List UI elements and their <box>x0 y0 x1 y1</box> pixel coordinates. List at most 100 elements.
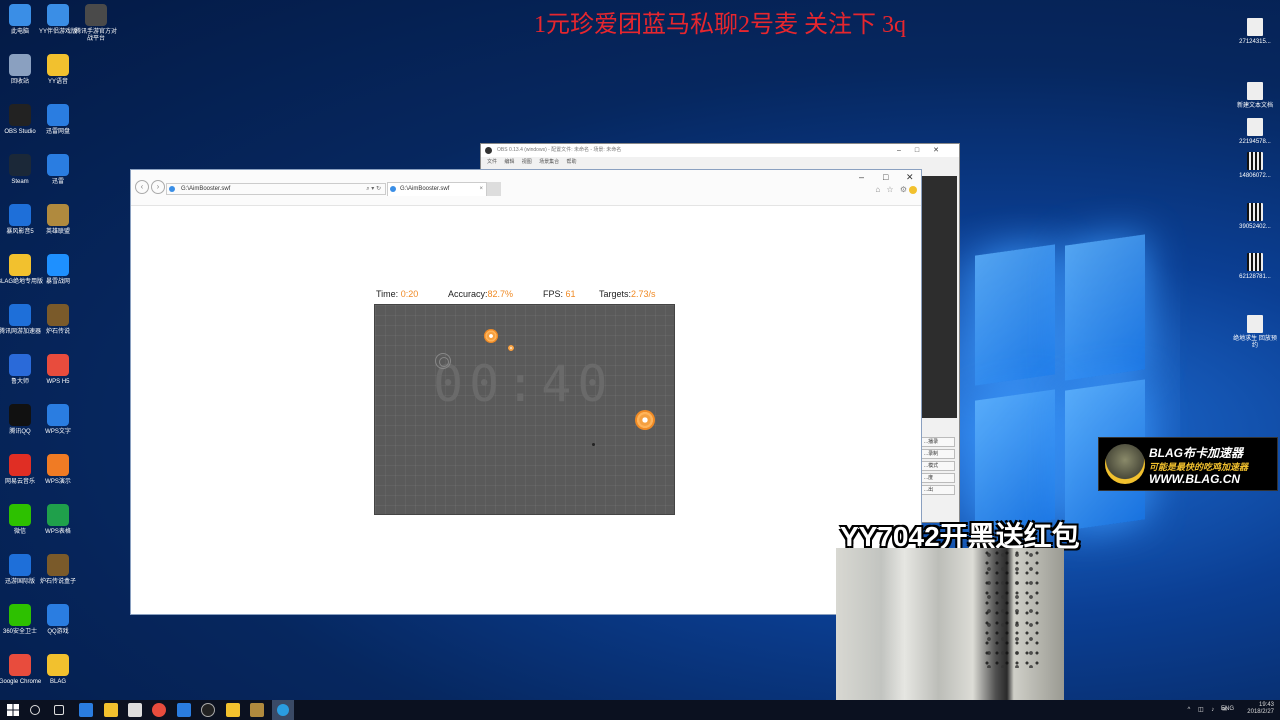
edge-icon[interactable] <box>79 703 93 717</box>
home-star-gear-icons[interactable]: ⌂ ☆ ⚙ <box>875 185 909 194</box>
computer-icon <box>9 4 31 26</box>
desktop-icon[interactable]: BLAG <box>35 654 81 686</box>
xunlei-pan-icon <box>47 104 69 126</box>
close-button[interactable]: ✕ <box>906 172 914 183</box>
browser-window[interactable]: ‹ › G:\AimBooster.swf ⌕ ▾ ↻ G:\AimBooste… <box>130 169 922 615</box>
browser-toolbar: ‹ › G:\AimBooster.swf ⌕ ▾ ↻ G:\AimBooste… <box>131 170 921 206</box>
webcam-feed <box>836 548 1064 720</box>
qq-icon <box>9 404 31 426</box>
text-file-icon <box>1247 82 1263 100</box>
desktop-file-label: 62128781... <box>1239 274 1271 280</box>
forward-button[interactable]: › <box>151 180 165 194</box>
desktop-file-icon[interactable]: 27124315... <box>1232 18 1278 46</box>
blag-app-icon <box>47 654 69 676</box>
blag-url: WWW.BLAG.CN <box>1149 472 1241 486</box>
accuracy-label: Accuracy: <box>448 289 488 299</box>
blag-icon <box>9 254 31 276</box>
time-label: Time: <box>376 289 399 299</box>
address-bar[interactable]: G:\AimBooster.swf ⌕ ▾ ↻ <box>166 183 386 195</box>
desktop-file-icon[interactable]: 绝地求生 回放预约 <box>1232 315 1278 350</box>
tab-aimbooster[interactable]: G:\AimBooster.swf × <box>387 182 487 196</box>
language-indicator[interactable]: ENG <box>1221 706 1234 712</box>
desktop-icon[interactable]: 腾讯手游官方对战平台 <box>73 4 119 43</box>
fps-value: 61 <box>565 289 576 299</box>
recycle-bin-icon <box>9 54 31 76</box>
baofeng-icon <box>9 204 31 226</box>
desktop-file-label: 27124315... <box>1239 39 1271 45</box>
ie-taskbar-icon-active[interactable] <box>272 700 294 720</box>
obs-window-controls[interactable]: –□✕ <box>897 144 953 157</box>
targets-value: 2.73/s <box>631 289 656 299</box>
desktop-icon[interactable]: 暴雪战网 <box>35 254 81 286</box>
task-view-icon[interactable] <box>54 705 64 715</box>
target-circle[interactable] <box>635 410 655 430</box>
desktop-file-label: 新建文本文档 <box>1236 103 1273 109</box>
image-file-icon <box>1247 118 1263 136</box>
ludashi-icon <box>9 354 31 376</box>
desktop-icon[interactable]: WPS H5 <box>35 354 81 386</box>
desktop-file-icon[interactable]: 62128781... <box>1232 253 1278 281</box>
xunlei-taskbar-icon[interactable] <box>177 703 191 717</box>
hearthstone-box-icon <box>47 554 69 576</box>
desktop-icon[interactable]: YY语音 <box>35 54 81 86</box>
desktop-icon[interactable]: QQ游戏 <box>35 604 81 636</box>
address-bar-icons[interactable]: ⌕ ▾ ↻ <box>366 184 381 194</box>
game-taskbar-icon[interactable] <box>250 703 264 717</box>
obs-control-button[interactable]: ...出 <box>921 485 955 495</box>
tab-close-icon[interactable]: × <box>479 183 483 195</box>
target-circle[interactable] <box>508 345 514 351</box>
blag-helmet-icon <box>1105 444 1145 484</box>
countdown-timer: 00:40 <box>433 355 614 413</box>
desktop-icon[interactable]: 迅雷网盘 <box>35 104 81 136</box>
clock[interactable]: 19:43 2018/2/27 <box>1247 702 1274 716</box>
desktop-icon[interactable]: 迅雷 <box>35 154 81 186</box>
store-icon[interactable] <box>128 703 142 717</box>
fps-stat: FPS: 61 <box>543 289 576 299</box>
desktop-icon-label: 炉石传说 <box>45 329 70 335</box>
obs-control-button[interactable]: ...播录 <box>921 437 955 447</box>
desktop-icon[interactable]: 英雄联盟 <box>35 204 81 236</box>
aim-game-canvas[interactable]: 00:40 <box>374 304 675 515</box>
start-windows-icon[interactable] <box>6 703 20 717</box>
obs-menu-bar[interactable]: 文件 编辑 视图 场景集合 帮助 <box>481 157 959 167</box>
desktop-icon-label: BLAG <box>49 679 66 685</box>
target-circle[interactable] <box>484 329 498 343</box>
desktop-icon-label: 迅雷网盘 <box>45 129 70 135</box>
obs-taskbar-icon[interactable] <box>201 703 215 717</box>
obs-control-button[interactable]: ...度 <box>921 473 955 483</box>
new-tab-button[interactable] <box>487 182 501 196</box>
desktop-icon[interactable]: 炉石传说 <box>35 304 81 336</box>
file-explorer-icon[interactable] <box>104 703 118 717</box>
time-stat: Time: 0:20 <box>376 289 418 299</box>
desktop-icon[interactable]: WPS文字 <box>35 404 81 436</box>
wps-spreadsheet-icon <box>47 504 69 526</box>
desktop-file-icon[interactable]: 14806072... <box>1232 152 1278 180</box>
obs-control-button[interactable]: ...模式 <box>921 461 955 471</box>
blag-title: BLAG布卡加速器 <box>1149 446 1243 460</box>
desktop-icon[interactable]: WPS表格 <box>35 504 81 536</box>
desktop-icon[interactable]: WPS演示 <box>35 454 81 486</box>
search-icon[interactable] <box>30 705 40 715</box>
back-button[interactable]: ‹ <box>135 180 149 194</box>
desktop-icon-label: WPS演示 <box>45 479 71 485</box>
desktop-file-icon[interactable]: 39052402... <box>1232 203 1278 231</box>
desktop-file-icon[interactable]: 22194578... <box>1232 118 1278 146</box>
obs-control-button[interactable]: ...录制 <box>921 449 955 459</box>
chrome-taskbar-icon[interactable] <box>152 703 166 717</box>
desktop-file-icon[interactable]: 新建文本文档 <box>1232 82 1278 110</box>
minimize-button[interactable]: – <box>859 172 864 182</box>
time-value: 0:20 <box>400 289 419 299</box>
xunlei-icon <box>47 154 69 176</box>
tencent-accelerator-icon <box>9 304 31 326</box>
obs-preview-panel <box>921 176 957 418</box>
tab-page-icon <box>390 186 396 192</box>
desktop-icon[interactable]: 炉石传说盒子 <box>35 554 81 586</box>
desktop-file-label: 39052402... <box>1239 224 1271 230</box>
stream-banner-text: 1元珍爱团蓝马私聊2号麦 关注下 3q <box>534 12 906 38</box>
obs-title-bar[interactable]: OBS 0.13.4 (windows) - 配置文件: 未命名 - 场景: 未… <box>481 144 959 157</box>
netease-music-icon <box>9 454 31 476</box>
browser-toolbar-icons[interactable]: ⌂ ☆ ⚙ <box>875 185 917 194</box>
smiley-icon[interactable] <box>909 185 917 194</box>
blag-taskbar-icon[interactable] <box>226 703 240 717</box>
maximize-button[interactable]: □ <box>883 172 888 182</box>
